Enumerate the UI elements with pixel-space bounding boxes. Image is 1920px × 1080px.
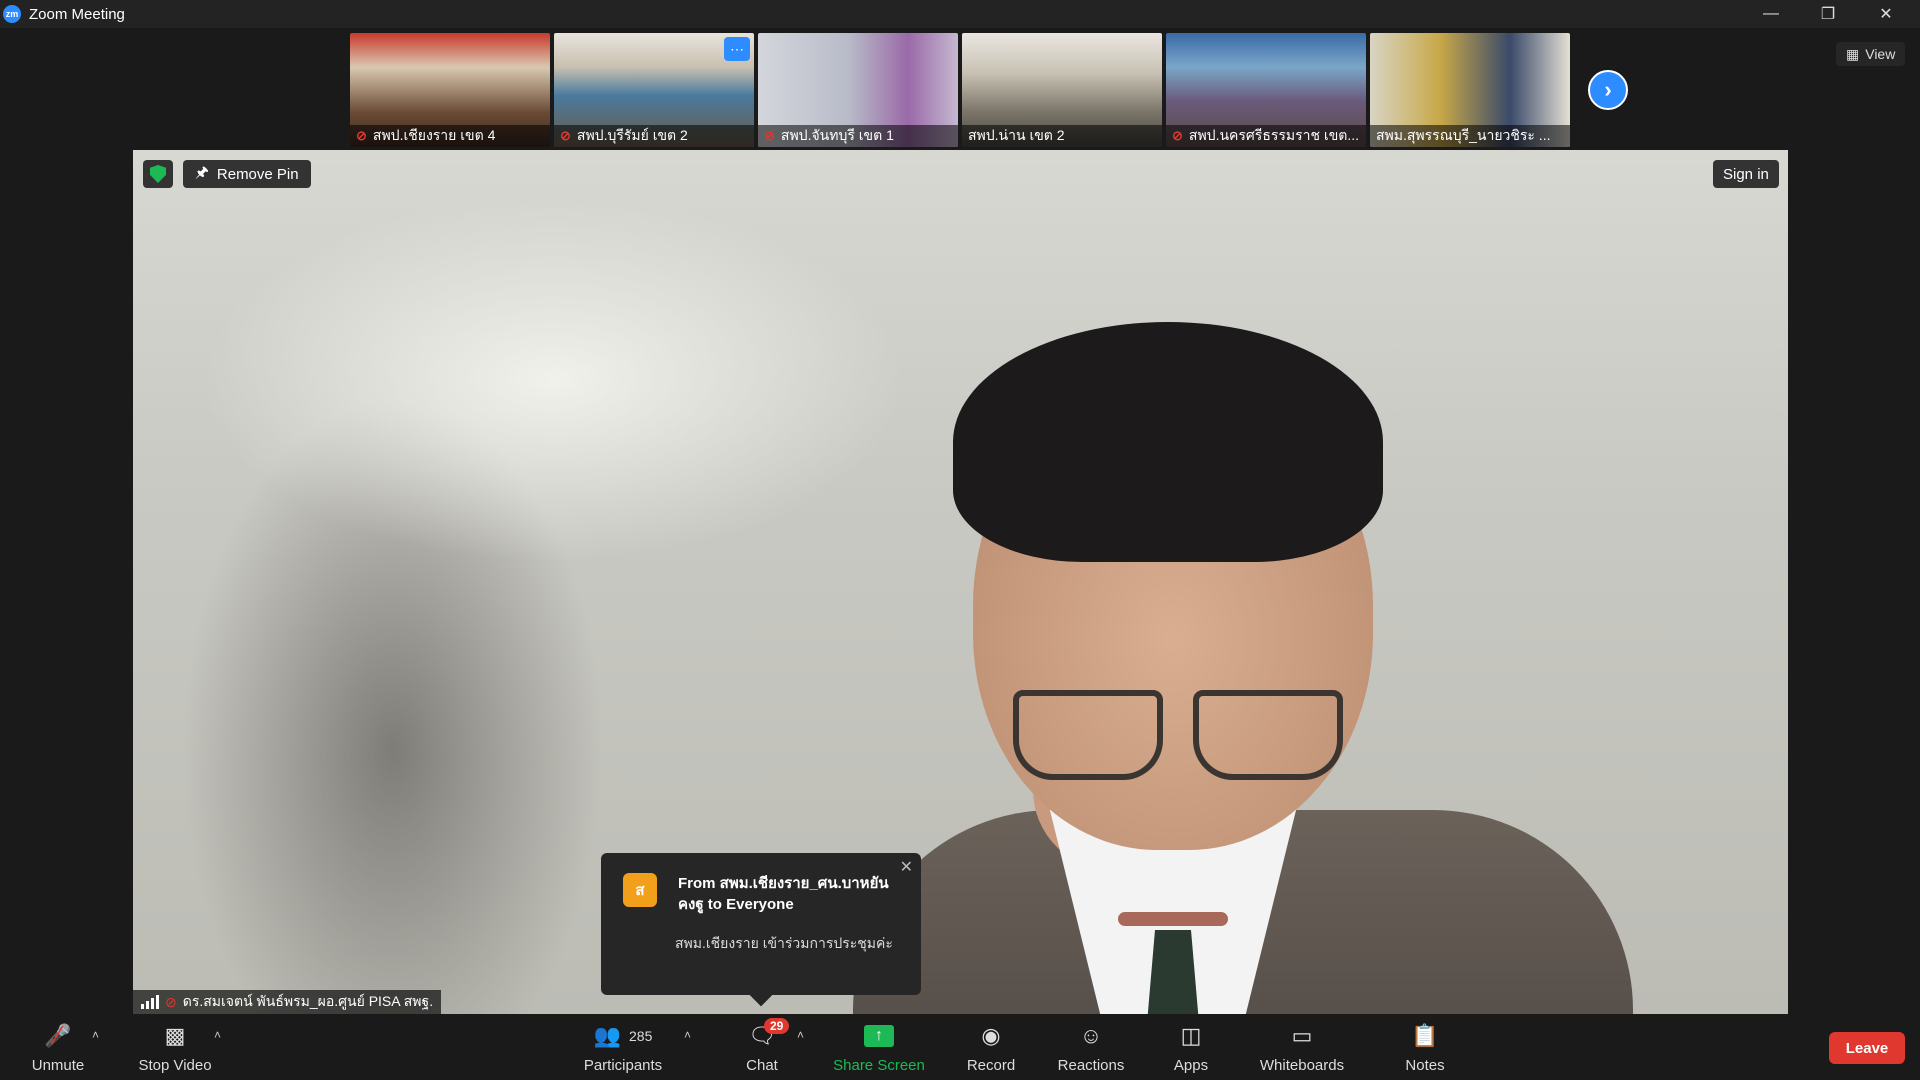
mic-muted-icon: ⊘	[560, 128, 571, 143]
zoom-logo-icon: zm	[3, 5, 21, 23]
participants-options-caret-icon[interactable]: ˄	[684, 1028, 691, 1042]
more-options-icon[interactable]: ⋯	[724, 37, 750, 61]
close-window-icon[interactable]: ✕	[1858, 0, 1914, 28]
grid-view-icon: ▦	[1846, 45, 1860, 62]
thumbnail-name: สพป.เชียงราย เขต 4	[372, 127, 496, 143]
participant-thumbnail[interactable]: ⊘ สพป.นครศรีธรรมราช เขต...	[1166, 33, 1366, 147]
title-bar: zm Zoom Meeting — ❐ ✕	[0, 0, 1920, 28]
close-icon[interactable]: ✕	[900, 857, 913, 877]
audio-options-caret-icon[interactable]: ˄	[92, 1028, 99, 1042]
remove-pin-button[interactable]: 🖈 Remove Pin	[183, 160, 311, 188]
whiteboards-label: Whiteboards	[1259, 1056, 1345, 1074]
sign-in-button[interactable]: Sign in	[1713, 160, 1779, 188]
participant-thumbnail[interactable]: สพป.น่าน เขต 2	[962, 33, 1162, 147]
participant-thumbnail[interactable]: สพม.สุพรรณบุรี_นายวชิระ ...	[1370, 33, 1570, 147]
share-screen-icon-wrap: ↑	[864, 1021, 894, 1051]
whiteboard-icon: ▭	[1291, 1022, 1313, 1048]
mic-muted-icon: ⊘	[1172, 128, 1183, 143]
participant-thumbnail[interactable]: ⊘ สพป.จันทบุรี เขต 1	[758, 33, 958, 147]
share-screen-label: Share Screen	[833, 1056, 925, 1074]
glasses-right-lens	[1193, 690, 1343, 780]
thumbnail-name: สพป.บุรีรัมย์ เขต 2	[576, 127, 688, 143]
chat-label: Chat	[746, 1056, 778, 1074]
participant-thumbnail[interactable]: ⋯ ⊘ สพป.บุรีรัมย์ เขต 2	[554, 33, 754, 147]
encryption-shield-icon[interactable]	[143, 160, 173, 188]
participants-button[interactable]: 👥 285 Participants	[575, 1014, 671, 1080]
apps-icon: ◫	[1180, 1022, 1202, 1048]
chat-notification[interactable]: ส From สพม.เชียงราย_ศน.บาหยัน คงฐู to Ev…	[601, 853, 921, 1007]
main-speaker-video	[133, 150, 1788, 1014]
chat-unread-badge: 29	[764, 1018, 790, 1034]
stop-video-label: Stop Video	[138, 1056, 212, 1074]
thumbnail-label: ⊘ สพป.นครศรีธรรมราช เขต...	[1166, 125, 1366, 147]
participants-count: 285	[629, 1027, 653, 1044]
minimize-icon[interactable]: —	[1743, 0, 1799, 28]
reactions-label: Reactions	[1057, 1056, 1125, 1074]
thumbnail-label: ⊘ สพป.จันทบุรี เขต 1	[758, 125, 958, 147]
chat-options-caret-icon[interactable]: ˄	[797, 1028, 804, 1042]
pin-icon: 🖈	[195, 163, 209, 181]
video-camera-icon: ▩	[164, 1022, 186, 1048]
participants-icon: 👥 285	[593, 1022, 653, 1048]
unmute-button[interactable]: 🎤 ⁄ Unmute	[22, 1014, 94, 1080]
remove-pin-label: Remove Pin	[216, 165, 299, 183]
mic-muted-icon: ⊘	[764, 128, 775, 143]
thumbnail-name: สพป.นครศรีธรรมราช เขต...	[1188, 127, 1360, 143]
unmute-label: Unmute	[31, 1056, 85, 1074]
thumbnail-strip: ⊘ สพป.เชียงราย เขต 4 ⋯ ⊘ สพป.บุรีรัมย์ เขต…	[350, 33, 1570, 147]
video-options-caret-icon[interactable]: ˄	[214, 1028, 221, 1042]
share-screen-button[interactable]: ↑ Share Screen	[830, 1014, 928, 1080]
participants-label: Participants	[583, 1056, 663, 1074]
record-button[interactable]: ◉ Record	[954, 1014, 1028, 1080]
speaker-name-tag: ⊘ ดร.สมเจตน์ พันธ์พรม_ผอ.ศูนย์ PISA สพฐ.	[133, 990, 442, 1014]
restore-icon[interactable]: ❐	[1800, 0, 1856, 28]
next-page-arrow-icon[interactable]: ›	[1588, 70, 1628, 110]
thumbnail-label: ⊘ สพป.เชียงราย เขต 4	[350, 125, 550, 147]
view-button[interactable]: ▦ View	[1836, 42, 1906, 66]
speaker-mouth	[1118, 912, 1228, 926]
record-label: Record	[966, 1056, 1016, 1074]
speaker-name: ดร.สมเจตน์ พันธ์พรม_ผอ.ศูนย์ PISA สพฐ.	[182, 993, 434, 1009]
signal-strength-icon	[141, 995, 159, 1009]
window-title: Zoom Meeting	[29, 5, 125, 23]
thumbnail-label: ⊘ สพป.บุรีรัมย์ เขต 2	[554, 125, 754, 147]
sender-avatar: ส	[623, 873, 657, 907]
whiteboards-button[interactable]: ▭ Whiteboards	[1252, 1014, 1352, 1080]
notes-button[interactable]: 📋 Notes	[1394, 1014, 1456, 1080]
mic-muted-icon: ⊘	[165, 993, 177, 1010]
apps-label: Apps	[1173, 1056, 1209, 1074]
meeting-toolbar: 🎤 ⁄ Unmute ˄ ▩ Stop Video ˄ 👥 285 Particip…	[0, 1014, 1920, 1080]
record-icon: ◉	[981, 1022, 1001, 1048]
glasses-left-lens	[1013, 690, 1163, 780]
chat-sender: From สพม.เชียงราย_ศน.บาหยัน คงฐู to Ever…	[678, 875, 889, 913]
leave-button[interactable]: Leave	[1829, 1032, 1905, 1064]
thumbnail-name: สพป.น่าน เขต 2	[968, 127, 1065, 143]
reactions-button[interactable]: ☺ Reactions	[1050, 1014, 1132, 1080]
view-label: View	[1865, 46, 1896, 62]
mic-muted-icon: 🎤 ⁄	[44, 1020, 72, 1050]
reactions-smiley-icon: ☺	[1079, 1022, 1103, 1048]
speaker-hair	[953, 322, 1383, 562]
participant-thumbnail[interactable]: ⊘ สพป.เชียงราย เขต 4	[350, 33, 550, 147]
apps-button[interactable]: ◫ Apps	[1160, 1014, 1222, 1080]
thumbnail-name: สพป.จันทบุรี เขต 1	[780, 127, 894, 143]
mic-muted-icon: ⊘	[356, 128, 367, 143]
thumbnail-label: สพป.น่าน เขต 2	[962, 125, 1162, 147]
notes-icon: 📋	[1411, 1022, 1439, 1048]
notes-label: Notes	[1405, 1056, 1445, 1074]
thumbnail-name: สพม.สุพรรณบุรี_นายวชิระ ...	[1376, 127, 1551, 143]
chat-message: สพม.เชียงราย เข้าร่วมการประชุมค่ะ	[675, 935, 893, 951]
thumbnail-label: สพม.สุพรรณบุรี_นายวชิระ ...	[1370, 125, 1570, 147]
share-screen-icon: ↑	[864, 1024, 894, 1047]
stop-video-button[interactable]: ▩ Stop Video	[130, 1014, 220, 1080]
